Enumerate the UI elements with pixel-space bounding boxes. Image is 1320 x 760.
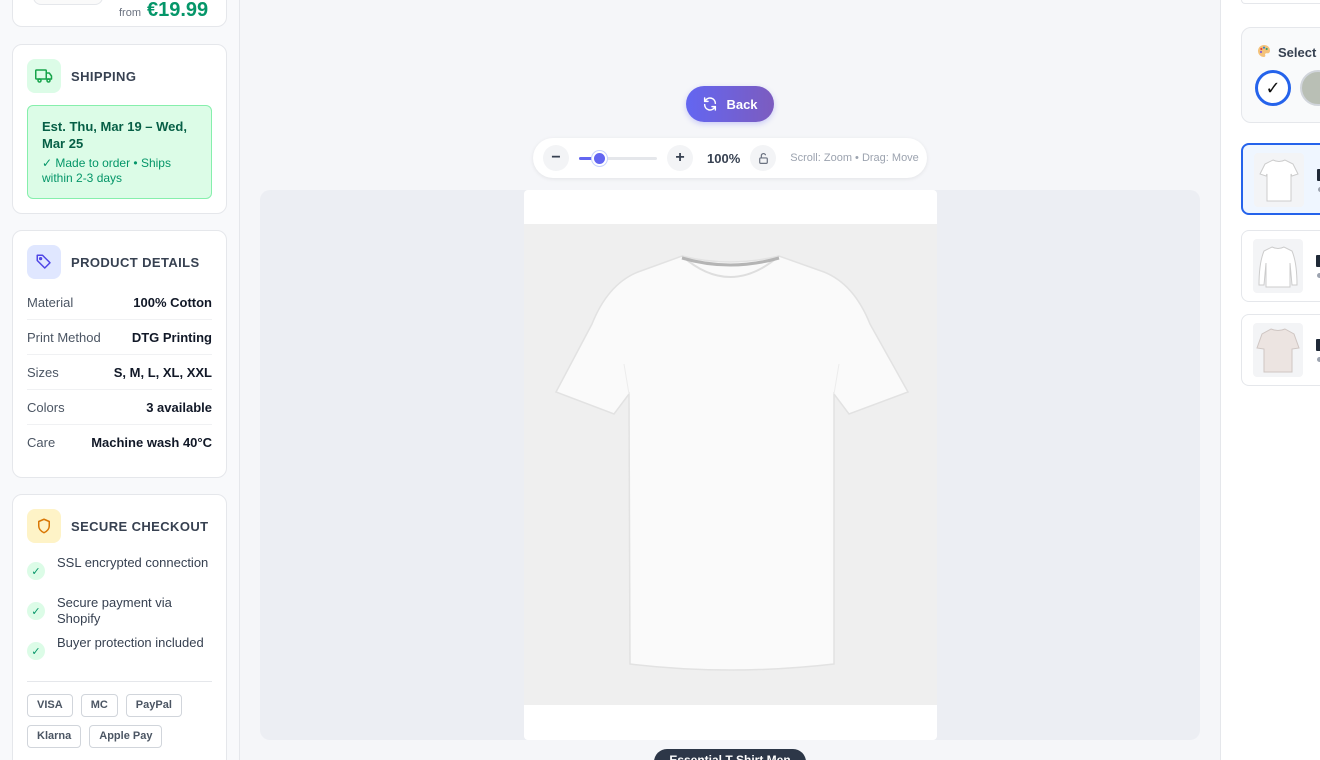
secure-checkout-card: SECURE CHECKOUT ✓ SSL encrypted connectio…: [12, 494, 227, 760]
zoom-slider-thumb[interactable]: [591, 151, 607, 166]
zoom-value: 100%: [707, 150, 741, 166]
detail-value: DTG Printing: [131, 329, 212, 345]
selected-check-icon: ✓: [1265, 77, 1281, 98]
refresh-icon: [704, 97, 717, 111]
payment-badge-klarna: Klarna: [27, 725, 82, 748]
detail-label: Material: [27, 294, 74, 310]
check-icon: ✓: [27, 562, 45, 580]
shipping-note: ✓ Made to order • Ships within 2-3 days: [42, 156, 171, 185]
detail-value: Machine wash 40°C: [91, 435, 212, 450]
security-item: ✓ Buyer protection included: [27, 635, 212, 675]
price-card: from €19.99: [12, 0, 227, 27]
back-label: Back: [726, 96, 758, 112]
shipping-estimate: Est. Thu, Mar 19 – Wed, Mar 25: [42, 119, 187, 151]
detail-label: Sizes: [27, 364, 59, 380]
product-name-pill: Essential T-Shirt Men: [654, 749, 806, 760]
tshirt-thumbnail: [1254, 153, 1304, 207]
payment-badge-visa: VISA: [27, 694, 73, 717]
security-item: ✓ SSL encrypted connection: [27, 555, 212, 595]
product-thumbnail: [33, 0, 103, 5]
detail-value: 100% Cotton: [133, 294, 212, 310]
color-swatch-white[interactable]: ✓: [1255, 70, 1291, 106]
lock-icon[interactable]: [750, 145, 777, 171]
detail-row: Print Method DTG Printing: [27, 320, 212, 355]
back-button[interactable]: Back: [686, 86, 774, 122]
security-item: ✓ Secure payment via Shopify: [27, 595, 212, 635]
panel-edge: [1241, 0, 1320, 4]
detail-value: S, M, L, XL, XXL: [113, 364, 212, 380]
right-panel: Select ✓: [1220, 0, 1320, 760]
tshirt-photo: [524, 224, 937, 705]
detail-label: Care: [27, 435, 56, 450]
color-swatch-sage[interactable]: [1300, 70, 1320, 106]
shipping-title: SHIPPING: [71, 68, 137, 84]
payment-badges: VISA MC PayPal Klarna Apple Pay: [13, 682, 213, 748]
security-text: Secure payment via Shopify: [57, 595, 172, 626]
payment-badge-applepay: Apple Pay: [89, 725, 163, 748]
shield-icon: [27, 509, 61, 543]
check-icon: ✓: [27, 602, 45, 620]
shipping-card: SHIPPING Est. Thu, Mar 19 – Wed, Mar 25 …: [12, 44, 227, 214]
tag-icon: [27, 245, 61, 279]
zoom-toolbar: − + 100% Scroll: Zoom • Drag: Move: [533, 138, 927, 178]
price: €19.99: [147, 0, 209, 21]
mockup-canvas[interactable]: [524, 190, 937, 740]
check-icon: ✓: [27, 642, 45, 660]
oversized-tee-thumbnail: [1253, 323, 1303, 377]
color-select-card: Select ✓: [1241, 27, 1320, 123]
detail-row: Sizes S, M, L, XL, XXL: [27, 355, 212, 390]
detail-label: Print Method: [27, 329, 101, 345]
product-option-tshirt[interactable]: [1241, 143, 1320, 215]
payment-badge-paypal: PayPal: [125, 694, 182, 717]
shipping-estimate-box: Est. Thu, Mar 19 – Wed, Mar 25 ✓ Made to…: [27, 105, 212, 199]
product-option-sweatshirt[interactable]: [1241, 230, 1320, 302]
truck-icon: [27, 59, 61, 93]
security-text: Buyer protection included: [57, 635, 204, 650]
detail-value: 3 available: [146, 399, 212, 415]
from-label: from: [119, 7, 141, 19]
left-sidebar: from €19.99 SHIPPING Est. Thu, Mar 19 – …: [0, 0, 240, 760]
zoom-hint: Scroll: Zoom • Drag: Move: [790, 152, 919, 164]
zoom-slider[interactable]: [579, 148, 657, 168]
security-text: SSL encrypted connection: [57, 555, 209, 570]
detail-row: Care Machine wash 40°C: [27, 425, 212, 460]
zoom-out-button[interactable]: −: [543, 145, 569, 171]
detail-row: Material 100% Cotton: [27, 285, 212, 320]
sweatshirt-thumbnail: [1253, 239, 1303, 293]
detail-label: Colors: [27, 399, 65, 415]
product-details-card: PRODUCT DETAILS Material 100% Cotton Prin…: [12, 230, 227, 478]
zoom-in-button[interactable]: +: [667, 145, 693, 171]
payment-badge-mc: MC: [80, 694, 118, 717]
details-title: PRODUCT DETAILS: [71, 254, 200, 270]
product-option-oversized-tee[interactable]: [1241, 314, 1320, 386]
color-title: Select: [1278, 45, 1317, 60]
checkout-title: SECURE CHECKOUT: [71, 518, 209, 534]
detail-row: Colors 3 available: [27, 390, 212, 425]
palette-icon: [1256, 43, 1272, 62]
